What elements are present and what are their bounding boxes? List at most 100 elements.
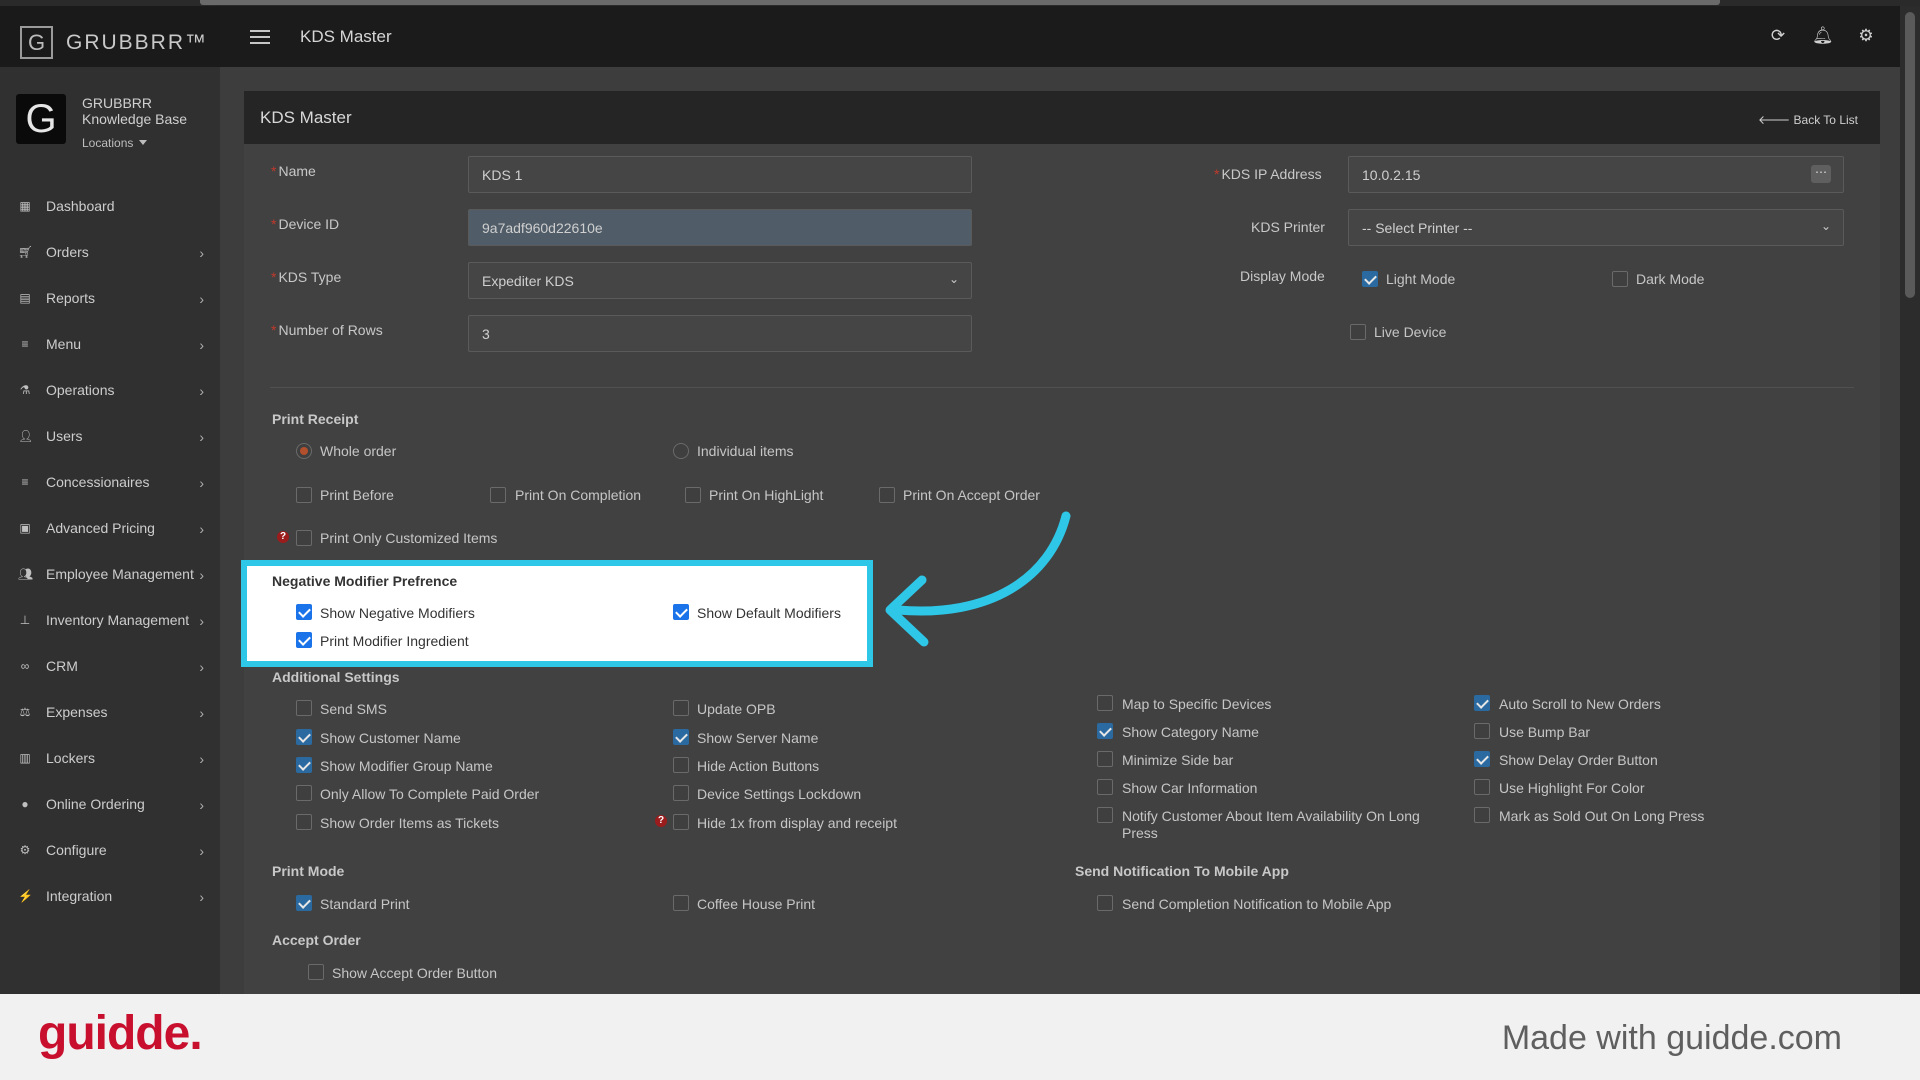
notification-heading: Send Notification To Mobile App	[1075, 863, 1289, 879]
auto-scroll-checkbox[interactable]	[1474, 695, 1490, 711]
highlight-color-checkbox[interactable]	[1474, 779, 1490, 795]
name-field[interactable]: KDS 1	[468, 156, 972, 193]
send-sms-checkbox[interactable]	[296, 700, 312, 716]
order-items-tickets-checkbox[interactable]	[296, 814, 312, 830]
update-opb-label: Update OPB	[697, 701, 776, 717]
show-negative-modifiers-checkbox[interactable]	[296, 604, 312, 620]
show-customer-name-checkbox[interactable]	[296, 729, 312, 745]
standard-print-checkbox[interactable]	[296, 895, 312, 911]
refresh-icon[interactable]: ⟳	[1768, 26, 1788, 46]
display-mode-label: Display Mode	[1240, 268, 1325, 284]
device-lockdown-label: Device Settings Lockdown	[697, 786, 862, 802]
print-only-customized-checkbox[interactable]	[296, 530, 312, 546]
user-plus-icon: 👤︎	[18, 429, 34, 443]
locations-dropdown[interactable]: Locations	[82, 136, 148, 150]
sidebar-item-reports[interactable]: ▤ Reports ›	[0, 275, 220, 321]
show-default-modifiers-checkbox[interactable]	[673, 604, 689, 620]
car-info-checkbox[interactable]	[1097, 779, 1113, 795]
name-label: * Name	[271, 163, 316, 179]
update-opb-checkbox[interactable]	[673, 700, 689, 716]
accept-order-button-checkbox[interactable]	[308, 964, 324, 980]
ip-field[interactable]: 10.0.2.15 ⋯	[1348, 156, 1844, 193]
gear-icon: ⚙	[19, 843, 31, 857]
more-options-icon[interactable]: ⋯	[1811, 165, 1831, 183]
sold-out-checkbox[interactable]	[1474, 807, 1490, 823]
order-items-tickets-label: Show Order Items as Tickets	[320, 815, 499, 831]
completion-notification-checkbox[interactable]	[1097, 895, 1113, 911]
accept-order-heading: Accept Order	[272, 932, 361, 948]
chevron-right-icon: ›	[199, 429, 204, 445]
whole-order-radio[interactable]	[296, 443, 312, 459]
rows-field[interactable]: 3	[468, 315, 972, 352]
dark-mode-checkbox[interactable]	[1612, 271, 1628, 287]
divider	[270, 387, 1854, 388]
show-category-name-checkbox[interactable]	[1097, 723, 1113, 739]
kds-type-select[interactable]: Expediter KDS ⌄	[468, 262, 972, 299]
print-modifier-ingredient-checkbox[interactable]	[296, 632, 312, 648]
users-icon: 👥︎	[18, 567, 34, 581]
sold-out-label: Mark as Sold Out On Long Press	[1499, 808, 1705, 824]
bell-icon[interactable]: 🔔︎	[1812, 26, 1834, 46]
delay-order-checkbox[interactable]	[1474, 751, 1490, 767]
help-icon[interactable]: ?	[655, 815, 667, 827]
printer-select[interactable]: -- Select Printer -- ⌄	[1348, 209, 1844, 246]
chevron-right-icon: ›	[199, 705, 204, 721]
show-negative-modifiers-label: Show Negative Modifiers	[320, 605, 475, 621]
sidebar-item-advanced-pricing[interactable]: ▣ Advanced Pricing ›	[0, 505, 220, 551]
live-device-checkbox[interactable]	[1350, 324, 1366, 340]
settings-gear-icon[interactable]: ⚙	[1856, 26, 1876, 46]
hide-action-buttons-label: Hide Action Buttons	[697, 758, 820, 774]
hamburger-menu-icon[interactable]	[250, 30, 270, 44]
list-icon: ≡	[21, 337, 29, 351]
show-server-name-checkbox[interactable]	[673, 729, 689, 745]
device-id-field[interactable]: 9a7adf960d22610e	[468, 209, 972, 246]
sidebar-item-menu[interactable]: ≡ Menu ›	[0, 321, 220, 367]
show-category-name-label: Show Category Name	[1122, 724, 1259, 740]
print-on-completion-checkbox[interactable]	[490, 487, 506, 503]
device-lockdown-checkbox[interactable]	[673, 785, 689, 801]
sidebar-item-operations[interactable]: ⚗ Operations ›	[0, 367, 220, 413]
live-device-label: Live Device	[1374, 324, 1447, 340]
individual-items-label: Individual items	[697, 443, 794, 459]
hide-action-buttons-checkbox[interactable]	[673, 757, 689, 773]
notify-customer-checkbox[interactable]	[1097, 807, 1113, 823]
map-devices-checkbox[interactable]	[1097, 695, 1113, 711]
sidebar-item-crm[interactable]: ∞ CRM ›	[0, 643, 220, 689]
print-on-highlight-checkbox[interactable]	[685, 487, 701, 503]
print-before-checkbox[interactable]	[296, 487, 312, 503]
minimize-sidebar-checkbox[interactable]	[1097, 751, 1113, 767]
sidebar-item-expenses[interactable]: ⚖ Expenses ›	[0, 689, 220, 735]
account-logo: G	[16, 94, 66, 144]
sidebar-item-orders[interactable]: 🛒︎ Orders ›	[0, 229, 220, 275]
back-to-list-link[interactable]: 🡐 Back To List	[1758, 112, 1858, 127]
guidde-footer: guidde. Made with guidde.com	[0, 994, 1920, 1080]
sidebar-item-integration[interactable]: ⚡ Integration ›	[0, 873, 220, 919]
sidebar-item-lockers[interactable]: ▥ Lockers ›	[0, 735, 220, 781]
completion-notification-label: Send Completion Notification to Mobile A…	[1122, 896, 1392, 912]
sidebar-nav: ▦ Dashboard 🛒︎ Orders › ▤ Reports › ≡ Menu › ⚗ O…	[0, 183, 220, 919]
scrollbar-thumb[interactable]	[1905, 12, 1915, 298]
show-customer-name-label: Show Customer Name	[320, 730, 461, 746]
send-sms-label: Send SMS	[320, 701, 387, 717]
sidebar-item-online-ordering[interactable]: ● Online Ordering ›	[0, 781, 220, 827]
sidebar-item-users[interactable]: 👤︎ Users ›	[0, 413, 220, 459]
show-modifier-group-checkbox[interactable]	[296, 757, 312, 773]
chevron-right-icon: ›	[199, 475, 204, 491]
individual-items-radio[interactable]	[673, 443, 689, 459]
sidebar-item-employee-management[interactable]: 👥︎ Employee Management ›	[0, 551, 220, 597]
bump-bar-checkbox[interactable]	[1474, 723, 1490, 739]
chevron-right-icon: ›	[199, 245, 204, 261]
print-on-accept-checkbox[interactable]	[879, 487, 895, 503]
hide-1x-checkbox[interactable]	[673, 814, 689, 830]
sidebar-item-configure[interactable]: ⚙ Configure ›	[0, 827, 220, 873]
sidebar-item-concessionaires[interactable]: ≡ Concessionaires ›	[0, 459, 220, 505]
sidebar-item-inventory-management[interactable]: ⊥ Inventory Management ›	[0, 597, 220, 643]
globe-icon: ●	[21, 797, 29, 811]
print-on-accept-label: Print On Accept Order	[903, 487, 1040, 503]
light-mode-checkbox[interactable]	[1362, 271, 1378, 287]
brand-logo: G	[20, 26, 53, 59]
help-icon[interactable]: ?	[277, 531, 289, 543]
only-paid-order-checkbox[interactable]	[296, 785, 312, 801]
coffee-house-checkbox[interactable]	[673, 895, 689, 911]
sidebar-item-dashboard[interactable]: ▦ Dashboard	[0, 183, 220, 229]
